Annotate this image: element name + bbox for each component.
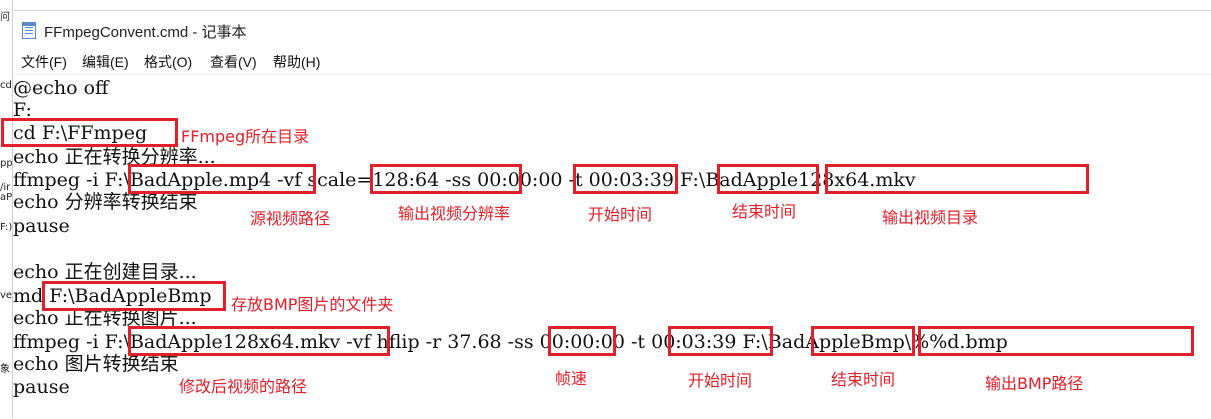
annotation-ffmpeg-dir: FFmpeg所在目录 [181, 127, 310, 146]
menu-view[interactable]: 查看(V) [210, 52, 257, 72]
menu-file[interactable]: 文件(F) [21, 52, 67, 72]
highlight-start-time-2 [668, 326, 773, 356]
highlight-source-path [128, 164, 316, 194]
window-titlebar[interactable]: FFmpegConvent.cmd - 记事本 [13, 10, 1211, 49]
highlight-bmp-output [918, 326, 1194, 356]
highlight-resolution [370, 164, 522, 194]
text-editor[interactable]: @echo off F: cd F:\FFmpeg echo 正在转换分辨率..… [1, 74, 1211, 419]
annotation-end-time-2: 结束时间 [831, 370, 896, 389]
strip-text-1: 问 [0, 12, 10, 23]
annotation-bmp-folder: 存放BMP图片的文件夹 [231, 295, 394, 314]
strip-text-8: 象 [0, 364, 10, 375]
annotation-start-time-2: 开始时间 [688, 371, 753, 390]
highlight-end-time-1 [717, 164, 819, 194]
highlight-ffmpeg-dir [1, 118, 178, 147]
annotation-bmp-output-path: 输出BMP路径 [985, 374, 1084, 393]
menu-help[interactable]: 帮助(H) [273, 52, 320, 72]
code-line-7: pause [13, 215, 70, 237]
annotation-modified-video-path: 修改后视频的路径 [179, 377, 308, 396]
menu-bar: 文件(F) 编辑(E) 格式(O) 查看(V) 帮助(H) [13, 49, 1211, 73]
window-title: FFmpegConvent.cmd - 记事本 [44, 24, 247, 41]
highlight-bmp-folder [42, 281, 226, 311]
code-line-9: echo 正在创建目录... [13, 261, 197, 283]
strip-text-2: cd [0, 80, 12, 91]
code-line-6: echo 分辨率转换结束 [13, 191, 198, 213]
annotation-start-time-1: 开始时间 [588, 205, 653, 224]
highlight-start-time-1 [573, 164, 678, 194]
code-line-13: echo 图片转换结束 [13, 353, 179, 375]
annotation-frame-rate: 帧速 [555, 369, 588, 388]
annotation-output-resolution: 输出视频分辨率 [398, 204, 511, 223]
highlight-frame-rate [548, 326, 616, 356]
annotation-source-path: 源视频路径 [250, 209, 331, 228]
code-line-1: @echo off [13, 77, 109, 99]
strip-text-5: aP [0, 192, 13, 203]
highlight-output-video [825, 164, 1089, 194]
background-window-strip: 问 cd pp /ir aP F:) ve 象 [0, 0, 13, 418]
code-line-14: pause [13, 376, 70, 398]
highlight-end-time-2 [811, 326, 915, 356]
menu-edit[interactable]: 编辑(E) [82, 52, 129, 72]
highlight-modified-video [128, 326, 390, 356]
annotation-output-video-dir: 输出视频目录 [882, 208, 979, 227]
strip-text-6: F:) [0, 222, 13, 233]
strip-text-3: pp [0, 158, 13, 169]
notepad-icon [22, 22, 36, 39]
menu-format[interactable]: 格式(O) [144, 52, 192, 72]
annotation-end-time-1: 结束时间 [732, 202, 797, 221]
strip-text-7: ve [0, 290, 13, 301]
